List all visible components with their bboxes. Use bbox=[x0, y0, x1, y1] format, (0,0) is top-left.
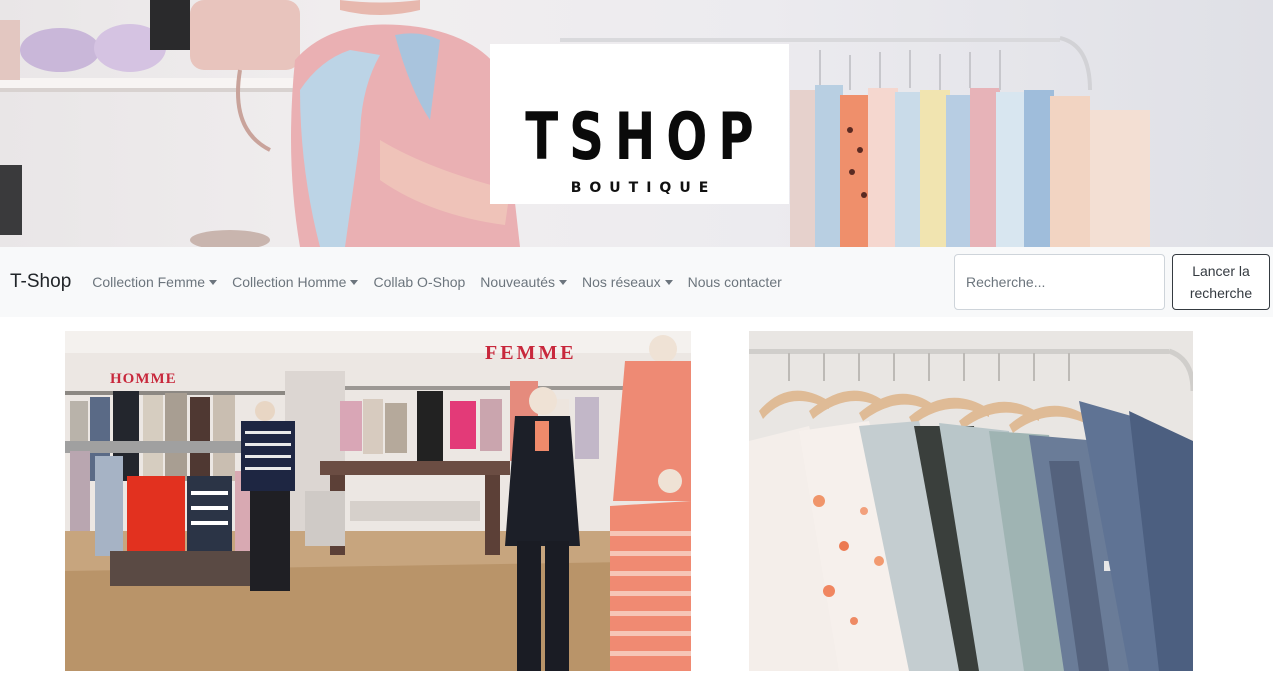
store-interior-image: HOMME FEMME bbox=[65, 331, 691, 671]
main-navbar: T-Shop Collection Femme Collection Homme… bbox=[0, 247, 1273, 317]
nav-item-collab-oshop[interactable]: Collab O-Shop bbox=[373, 274, 465, 290]
nav-item-collection-femme[interactable]: Collection Femme bbox=[92, 274, 218, 290]
hero-banner: TSHOP BOUTIQUE bbox=[0, 0, 1273, 247]
nav-item-nouveautes[interactable]: Nouveautés bbox=[480, 274, 568, 290]
search-input[interactable] bbox=[954, 254, 1165, 310]
caret-down-icon bbox=[664, 279, 673, 285]
navbar-brand[interactable]: T-Shop bbox=[10, 271, 71, 293]
sign-homme: HOMME bbox=[110, 371, 177, 387]
logo-subtitle: BOUTIQUE bbox=[570, 180, 717, 196]
clothing-rack-image bbox=[749, 331, 1193, 671]
caret-down-icon bbox=[209, 279, 218, 285]
nav-item-collection-homme[interactable]: Collection Homme bbox=[232, 274, 359, 290]
caret-down-icon bbox=[559, 279, 568, 285]
nav-item-label: Collab O-Shop bbox=[373, 274, 466, 290]
nav-item-nous-contacter[interactable]: Nous contacter bbox=[688, 274, 782, 290]
nav-item-nos-reseaux[interactable]: Nos réseaux bbox=[582, 274, 673, 290]
logo-title: TSHOP bbox=[525, 98, 765, 175]
nav-item-label: Collection Femme bbox=[92, 274, 206, 290]
sign-femme: FEMME bbox=[485, 342, 577, 364]
nav-item-label: Nous contacter bbox=[687, 274, 782, 290]
caret-down-icon bbox=[350, 279, 359, 285]
logo[interactable]: TSHOP BOUTIQUE bbox=[490, 44, 789, 204]
nav-item-label: Collection Homme bbox=[232, 274, 347, 290]
nav-item-label: Nos réseaux bbox=[582, 274, 661, 290]
nav-item-label: Nouveautés bbox=[480, 274, 556, 290]
search-button[interactable]: Lancer la recherche bbox=[1172, 254, 1270, 310]
